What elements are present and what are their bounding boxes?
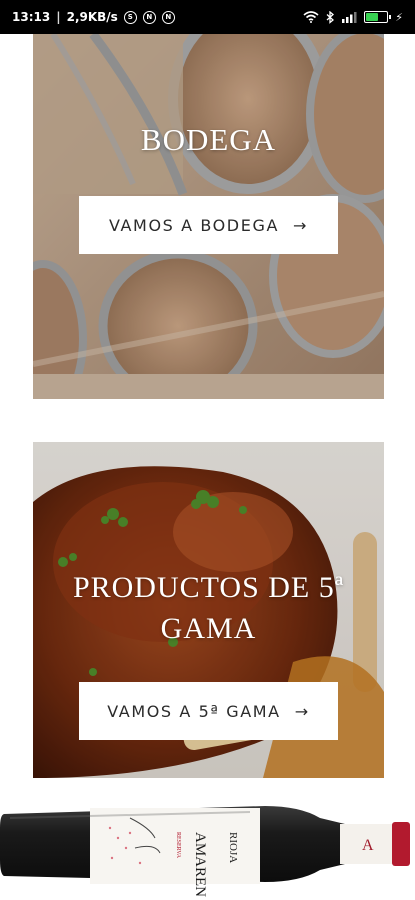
network-speed: 2,9KB/s: [66, 10, 118, 24]
bottle-brand: AMAREN: [192, 832, 208, 897]
status-bar: 13:13 | 2,9KB/s S N N ⚡: [0, 0, 415, 34]
gama-title: PRODUCTOS DE 5ª GAMA: [72, 571, 345, 645]
vamos-a-5-gama-button[interactable]: VAMOS A 5ª GAMA →: [79, 682, 338, 740]
wifi-icon: [303, 11, 319, 23]
gama-card[interactable]: PRODUCTOS DE 5ª GAMA VAMOS A 5ª GAMA →: [33, 442, 384, 778]
vamos-a-bodega-button[interactable]: VAMOS A BODEGA →: [79, 196, 338, 254]
charging-icon: ⚡: [395, 10, 403, 24]
circle-icon: N: [142, 10, 156, 24]
arrow-right-icon: →: [293, 215, 309, 235]
arrow-right-icon: →: [294, 701, 310, 721]
circle-icon: N: [161, 10, 175, 24]
bottle-region: RIOJA: [227, 832, 239, 863]
circle-s-icon: S: [123, 10, 137, 24]
bottle-subtitle: RESERVA: [175, 832, 181, 859]
bluetooth-icon: [326, 10, 335, 24]
status-time: 13:13: [12, 10, 51, 24]
battery-icon: [364, 11, 392, 23]
vamos-a-bodega-label: VAMOS A BODEGA: [108, 215, 279, 235]
bodega-title: BODEGA: [140, 122, 277, 157]
vamos-a-5-gama-label: VAMOS A 5ª GAMA: [107, 701, 281, 721]
bodega-card[interactable]: BODEGA VAMOS A BODEGA →: [33, 34, 384, 399]
svg-text:A: A: [362, 837, 374, 854]
wine-bottle-image: A AMAREN RESERVA RIOJA: [0, 788, 415, 900]
signal-icon: [342, 12, 357, 23]
